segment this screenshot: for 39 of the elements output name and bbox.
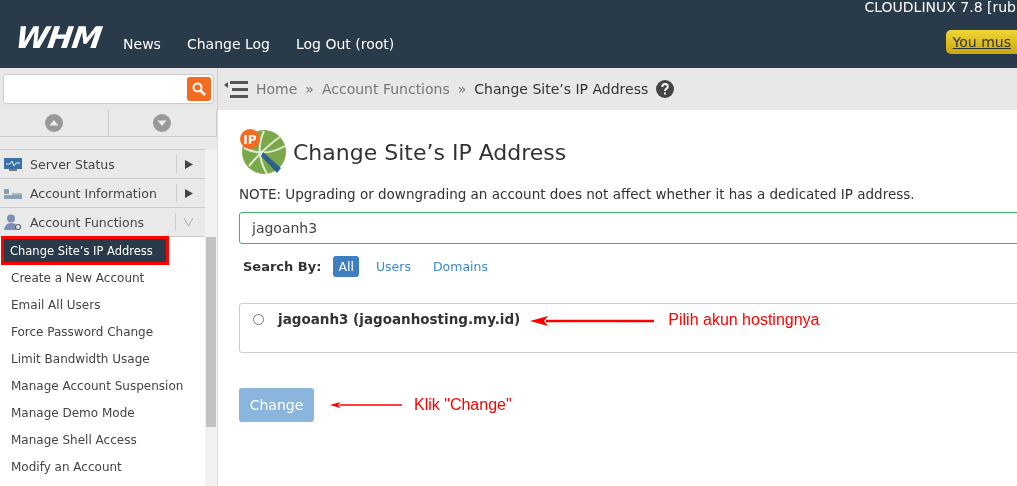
- breadcrumb-link[interactable]: Home: [256, 81, 298, 97]
- filter-tab[interactable]: Users: [370, 256, 416, 277]
- whm-logo[interactable]: WHM: [13, 20, 104, 55]
- breadcrumb-link[interactable]: Account Functions: [321, 81, 450, 97]
- breadcrumb-current: Change Site’s IP Address: [474, 81, 649, 97]
- monitor-icon: [4, 157, 22, 171]
- sidebar-section[interactable]: Account Functions: [0, 208, 205, 237]
- scrollbar[interactable]: [205, 149, 217, 486]
- search-by-label: Search By:: [243, 259, 322, 274]
- account-label[interactable]: jagoanh3 (jagoanhosting.my.id): [278, 311, 521, 327]
- help-icon[interactable]: [656, 80, 675, 98]
- search-field[interactable]: [3, 74, 214, 104]
- nav-link[interactable]: Log Out (root): [295, 36, 395, 55]
- page-title: Change Site’s IP Address: [293, 139, 567, 165]
- account-search-field[interactable]: jagoanh3: [239, 212, 1017, 244]
- filter-tab[interactable]: All: [333, 256, 359, 277]
- menu-icon[interactable]: [224, 80, 248, 98]
- annotation-arrow: [330, 400, 402, 410]
- search-button[interactable]: [187, 77, 211, 101]
- search-icon: [192, 82, 206, 96]
- ip-label: IP: [243, 132, 257, 147]
- breadcrumb-separator: »: [457, 81, 467, 97]
- sidebar-item[interactable]: Change Site’s IP Address: [2, 237, 168, 264]
- scroll-down-icon[interactable]: [153, 114, 172, 132]
- annotation-text: Pilih akun hostingnya: [668, 311, 820, 329]
- sidebar-section[interactable]: Server Status: [0, 150, 205, 179]
- id-card-icon: [4, 186, 22, 200]
- user-icon: [4, 214, 22, 230]
- notice-button[interactable]: You mus: [945, 30, 1017, 54]
- annotation-text: Klik "Change": [414, 396, 512, 414]
- account-radio[interactable]: [253, 314, 264, 325]
- filter-tab[interactable]: Domains: [427, 256, 493, 277]
- server-info: CLOUDLINUX 7.8 [rub: [864, 0, 1016, 15]
- nav-link[interactable]: Change Log: [186, 36, 270, 55]
- sidebar-section[interactable]: Account Information: [0, 179, 205, 208]
- scroll-up-icon[interactable]: [44, 114, 63, 132]
- note-text: NOTE: Upgrading or downgrading an account does not affect whether it has a dedicated IP address.: [239, 186, 916, 202]
- breadcrumb-separator: »: [305, 81, 314, 97]
- nav-link[interactable]: News: [123, 36, 161, 55]
